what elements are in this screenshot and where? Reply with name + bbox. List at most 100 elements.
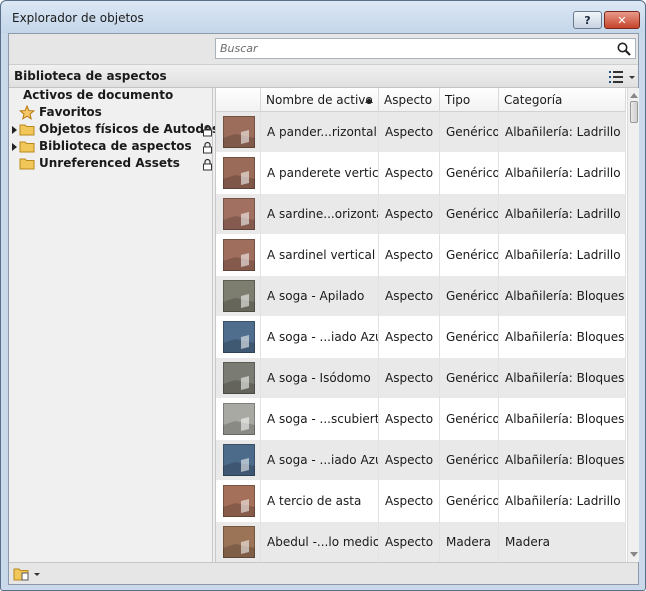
asset-aspect-cell: Aspecto xyxy=(379,358,440,399)
tree-item-document-assets[interactable]: Activos de documento xyxy=(23,88,173,105)
thumbnail-cell xyxy=(216,112,261,153)
thumbnail-cell xyxy=(216,481,261,522)
asset-type-cell: Genérico xyxy=(440,399,499,440)
asset-name-cell: A soga - ...iado Azul xyxy=(261,317,379,358)
material-swatch-icon xyxy=(223,116,255,148)
table-row[interactable]: A pander...rizontal Aspecto Genérico Albañi… xyxy=(216,112,626,153)
asset-aspect-cell: Aspecto xyxy=(379,153,440,194)
asset-category-cell: Albañilería: Bloques ... xyxy=(499,317,626,358)
material-swatch-icon xyxy=(223,198,255,230)
expand-arrow-icon[interactable] xyxy=(11,141,19,153)
scroll-up-arrow-icon[interactable] xyxy=(630,92,638,98)
asset-type-cell: Genérico xyxy=(440,317,499,358)
asset-type-cell: Madera xyxy=(440,522,499,562)
table-row[interactable]: A panderete vertical Aspecto Genérico Albañ… xyxy=(216,153,626,194)
thumbnail-cell xyxy=(216,153,261,194)
grid-rows: A pander...rizontal Aspecto Genérico Albañi… xyxy=(216,112,626,562)
asset-name-cell: A panderete vertical xyxy=(261,153,379,194)
asset-category-cell: Albañilería: Ladrillo xyxy=(499,235,626,276)
grid-header: Nombre de activo Aspecto Tipo Categoría xyxy=(216,88,626,112)
search-row xyxy=(9,34,638,64)
asset-name-cell: Abedul -...lo medio xyxy=(261,522,379,562)
material-swatch-icon xyxy=(223,362,255,394)
asset-type-cell: Genérico xyxy=(440,112,499,153)
scrollbar-thumb[interactable] xyxy=(630,101,638,123)
table-row[interactable]: A soga - Isódomo Aspecto Genérico Albañiler… xyxy=(216,358,626,399)
table-row[interactable]: Abedul -...lo medio Aspecto Madera Madera xyxy=(216,522,626,562)
close-button[interactable]: ✕ xyxy=(604,11,640,29)
asset-browser-window: Explorador de objetos ? ✕ Biblioteca de … xyxy=(0,0,646,591)
table-row[interactable]: A soga - Apilado Aspecto Genérico Albañiler… xyxy=(216,276,626,317)
tree-item-label: Favoritos xyxy=(39,105,102,119)
thumbnail-cell xyxy=(216,399,261,440)
tree-item-appearance-library[interactable]: Biblioteca de aspectos xyxy=(11,139,192,156)
column-header-name[interactable]: Nombre de activo xyxy=(261,88,379,112)
column-header-type[interactable]: Tipo xyxy=(440,88,499,112)
asset-aspect-cell: Aspecto xyxy=(379,317,440,358)
asset-type-cell: Genérico xyxy=(440,235,499,276)
asset-category-cell: Madera xyxy=(499,522,626,562)
scroll-down-arrow-icon[interactable] xyxy=(630,552,638,558)
tree-item-unreferenced-assets[interactable]: Unreferenced Assets xyxy=(19,156,180,173)
asset-category-cell: Albañilería: Bloques ... xyxy=(499,399,626,440)
column-header-label: Nombre de activo xyxy=(266,93,373,107)
material-swatch-icon xyxy=(223,444,255,476)
library-manager-icon[interactable] xyxy=(13,566,41,582)
table-row[interactable]: A tercio de asta Aspecto Genérico Albañiler… xyxy=(216,481,626,522)
asset-type-cell: Genérico xyxy=(440,194,499,235)
table-row[interactable]: A sardine...orizontal Aspecto Genérico Alba… xyxy=(216,194,626,235)
material-swatch-icon xyxy=(223,239,255,271)
table-row[interactable]: A soga - ...scubierto Aspecto Genérico Alba… xyxy=(216,399,626,440)
folder-icon xyxy=(19,158,35,170)
thumbnail-cell xyxy=(216,358,261,399)
sort-ascending-icon xyxy=(365,98,373,103)
asset-category-cell: Albañilería: Ladrillo xyxy=(499,112,626,153)
material-swatch-icon xyxy=(223,526,255,558)
asset-aspect-cell: Aspecto xyxy=(379,276,440,317)
close-icon: ✕ xyxy=(617,13,627,27)
lock-icon xyxy=(203,158,212,171)
asset-category-cell: Albañilería: Ladrillo xyxy=(499,481,626,522)
asset-aspect-cell: Aspecto xyxy=(379,235,440,276)
asset-aspect-cell: Aspecto xyxy=(379,522,440,562)
table-row[interactable]: A soga - ...iado Azul Aspecto Genérico Alba… xyxy=(216,440,626,481)
tree-item-label: Unreferenced Assets xyxy=(39,156,180,170)
search-box[interactable] xyxy=(215,38,636,59)
expand-arrow-icon[interactable] xyxy=(11,124,19,136)
column-header-aspect[interactable]: Aspecto xyxy=(379,88,440,112)
asset-aspect-cell: Aspecto xyxy=(379,399,440,440)
asset-category-cell: Albañilería: Ladrillo xyxy=(499,194,626,235)
asset-name-cell: A tercio de asta xyxy=(261,481,379,522)
client-area: Biblioteca de aspectos Activos de docume… xyxy=(8,33,639,585)
thumbnail-cell xyxy=(216,276,261,317)
tree-item-autodesk-physical[interactable]: Objetos físicos de Autodesk xyxy=(11,122,227,139)
asset-name-cell: A soga - ...iado Azul xyxy=(261,440,379,481)
folder-icon xyxy=(19,141,35,153)
help-button[interactable]: ? xyxy=(573,11,602,29)
material-swatch-icon xyxy=(223,485,255,517)
asset-type-cell: Genérico xyxy=(440,153,499,194)
asset-aspect-cell: Aspecto xyxy=(379,481,440,522)
vertical-scrollbar[interactable] xyxy=(627,88,639,562)
thumbnail-cell xyxy=(216,440,261,481)
library-title: Biblioteca de aspectos xyxy=(14,69,167,83)
column-header-thumbnail[interactable] xyxy=(216,88,261,112)
tree-item-label: Objetos físicos de Autodesk xyxy=(39,122,228,136)
asset-type-cell: Genérico xyxy=(440,358,499,399)
column-header-category[interactable]: Categoría xyxy=(499,88,626,112)
thumbnail-cell xyxy=(216,317,261,358)
list-view-icon[interactable] xyxy=(607,69,637,85)
title-bar[interactable]: Explorador de objetos ? ✕ xyxy=(1,1,645,33)
library-header: Biblioteca de aspectos xyxy=(9,64,638,88)
table-row[interactable]: A soga - ...iado Azul Aspecto Genérico Alba… xyxy=(216,317,626,358)
search-icon[interactable] xyxy=(616,41,632,57)
asset-aspect-cell: Aspecto xyxy=(379,112,440,153)
search-input[interactable] xyxy=(218,40,608,57)
lock-icon xyxy=(203,124,212,137)
asset-name-cell: A pander...rizontal xyxy=(261,112,379,153)
asset-category-cell: Albañilería: Bloques ... xyxy=(499,276,626,317)
tree-item-favorites[interactable]: Favoritos xyxy=(19,105,102,122)
table-row[interactable]: A sardinel vertical Aspecto Genérico Albañi… xyxy=(216,235,626,276)
thumbnail-cell xyxy=(216,194,261,235)
asset-type-cell: Genérico xyxy=(440,440,499,481)
